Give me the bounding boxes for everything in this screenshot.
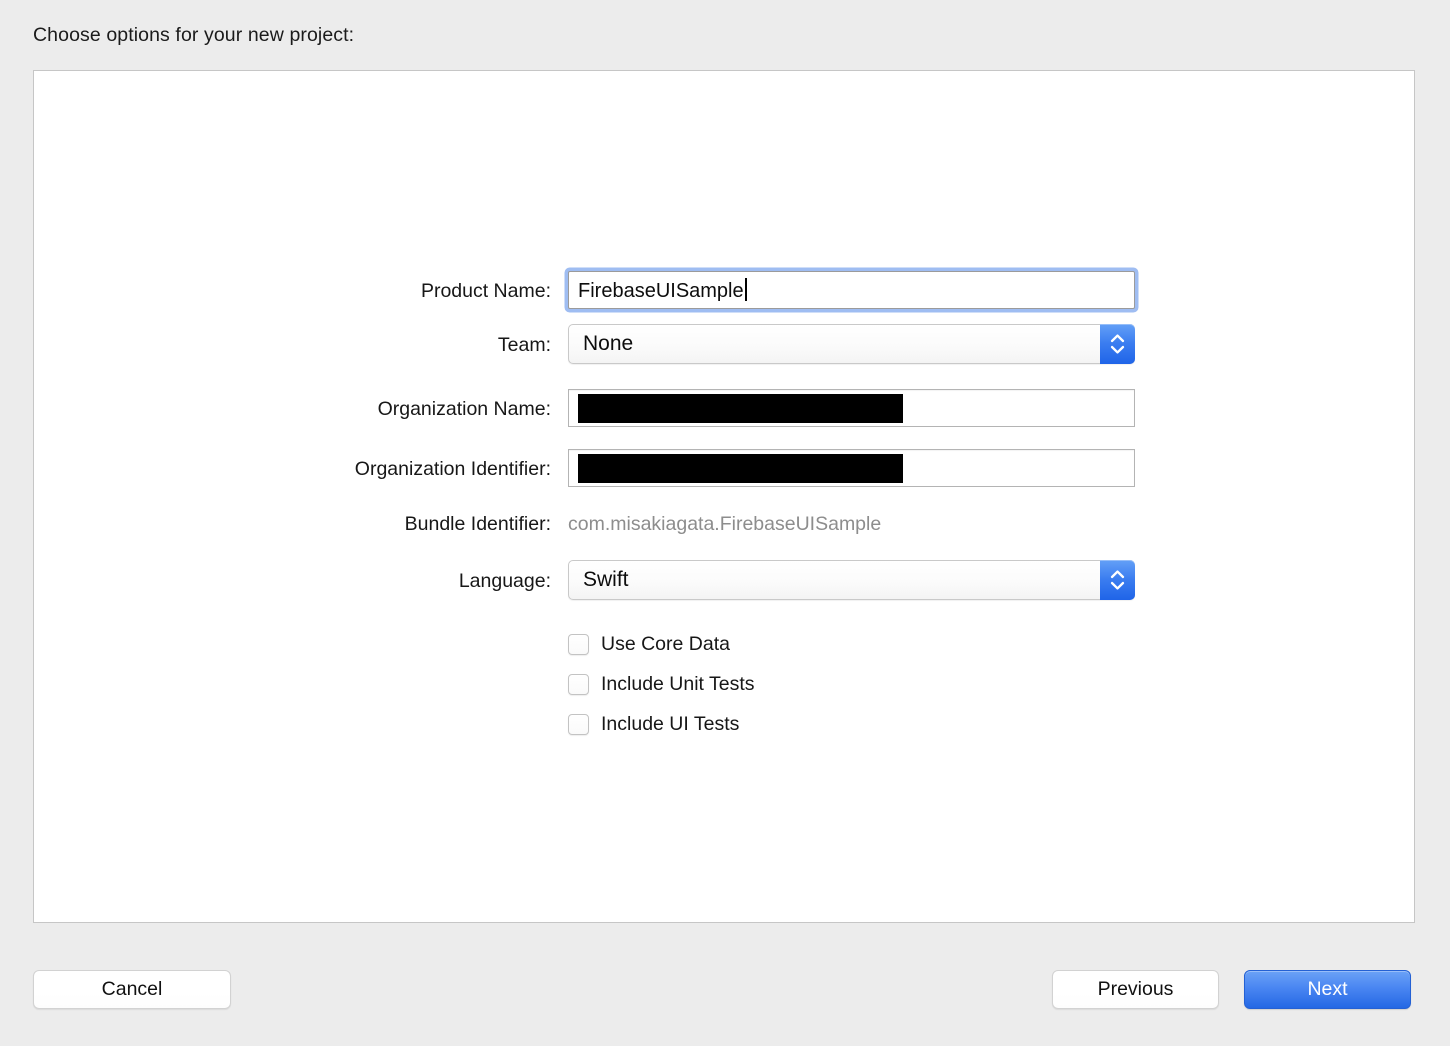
product-name-value: FirebaseUISample (578, 280, 744, 302)
form-row-organization-name: Organization Name: (0, 388, 1450, 430)
form-row-organization-identifier: Organization Identifier: (0, 448, 1450, 490)
organization-name-label: Organization Name: (377, 398, 551, 420)
product-name-label: Product Name: (420, 280, 551, 302)
text-caret (744, 278, 747, 301)
team-label: Team: (497, 334, 551, 356)
team-select-face (568, 324, 1135, 364)
language-select[interactable]: Swift (568, 560, 1135, 600)
form-row-language: Language: Swift (0, 560, 1450, 602)
checkbox-label: Use Core Data (601, 632, 730, 655)
language-select-value: Swift (583, 568, 629, 591)
team-select[interactable]: None (568, 324, 1135, 364)
options-panel (33, 70, 1415, 923)
next-button[interactable]: Next (1244, 970, 1411, 1009)
redaction-bar (578, 394, 903, 423)
checkbox-label: Include Unit Tests (601, 672, 755, 695)
bundle-identifier-value: com.misakiagata.FirebaseUISample (568, 513, 882, 535)
checkbox-include-ui-tests[interactable]: Include UI Tests (568, 708, 739, 740)
organization-identifier-label: Organization Identifier: (354, 458, 551, 480)
checkbox-box[interactable] (568, 633, 589, 655)
cancel-button[interactable]: Cancel (33, 970, 231, 1009)
chevron-up-down-icon[interactable] (1100, 560, 1135, 600)
form-row-team: Team: None (0, 324, 1450, 366)
page-title: Choose options for your new project: (33, 24, 355, 46)
redaction-bar (578, 454, 903, 483)
language-select-face (568, 560, 1135, 600)
checkbox-box[interactable] (568, 673, 589, 695)
organization-name-input[interactable] (568, 389, 1135, 427)
team-select-value: None (583, 332, 634, 355)
previous-button[interactable]: Previous (1052, 970, 1219, 1009)
checkbox-include-unit-tests[interactable]: Include Unit Tests (568, 668, 755, 700)
bundle-identifier-label: Bundle Identifier: (404, 513, 551, 535)
form-row-product-name: Product Name: FirebaseUISample (0, 270, 1450, 312)
checkbox-use-core-data[interactable]: Use Core Data (568, 628, 730, 660)
language-label: Language: (458, 570, 551, 592)
chevron-up-down-icon[interactable] (1100, 324, 1135, 364)
product-name-input[interactable]: FirebaseUISample (568, 271, 1135, 309)
form-row-bundle-identifier: Bundle Identifier: com.misakiagata.Fireb… (0, 503, 1450, 545)
checkbox-label: Include UI Tests (601, 712, 740, 735)
checkbox-box[interactable] (568, 713, 589, 735)
organization-identifier-input[interactable] (568, 449, 1135, 487)
